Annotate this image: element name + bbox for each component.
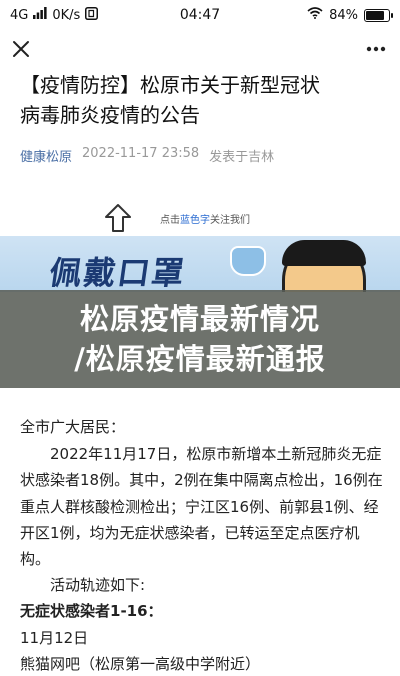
account-name-link[interactable]: 健康松原 (20, 146, 72, 165)
up-arrow-icon (104, 203, 132, 233)
status-bar: 4G 0K/s 04:47 84% (0, 0, 400, 30)
close-icon[interactable] (8, 36, 34, 62)
hint-suffix: 关注我们 (210, 215, 250, 226)
signal-icon (33, 7, 47, 23)
clock: 04:47 (179, 7, 221, 23)
more-icon[interactable] (362, 36, 390, 62)
article-title: 【疫情防控】松原市关于新型冠状 病毒肺炎疫情的公告 (20, 70, 380, 130)
publish-location: 发表于吉林 (209, 150, 275, 165)
mask-icon (230, 246, 266, 276)
network-label: 4G (10, 7, 29, 23)
status-left: 4G 0K/s (10, 6, 99, 24)
hint-highlight: 蓝色字 (180, 215, 210, 226)
overlay-line2: /松原疫情最新通报 (74, 342, 326, 376)
title-overlay: 松原疫情最新情况 /松原疫情最新通报 (0, 290, 400, 388)
overlay-line1: 松原疫情最新情况 (79, 302, 320, 336)
wifi-icon (307, 7, 323, 23)
article-meta: 健康松原 2022-11-17 23:58 发表于吉林 (20, 146, 390, 165)
article-body: 全市广大居民： 2022年11月17日，松原市新增本土新冠肺炎无症状感染者18例… (20, 414, 384, 676)
nfc-icon (85, 6, 99, 24)
network-speed: 0K/s (52, 7, 81, 23)
announcement-paragraph: 2022年11月17日，松原市新增本土新冠肺炎无症状感染者18例。其中，2例在集… (20, 445, 383, 569)
banner-headline: 佩戴口罩 (47, 254, 189, 292)
banner-image: 佩戴口罩 (0, 236, 400, 292)
cartoon-hair (282, 240, 366, 266)
article-title-line2: 病毒肺炎疫情的公告 (20, 103, 200, 127)
track-date: 11月12日 (20, 628, 89, 647)
battery-percent: 84% (329, 7, 358, 23)
status-right: 84% (307, 7, 393, 23)
cartoon-face-image (282, 240, 366, 292)
battery-level (366, 10, 384, 20)
nav-bar (0, 30, 400, 70)
follow-hint: 点击蓝色字关注我们 (160, 211, 250, 226)
case-heading: 无症状感染者1-16： (20, 602, 163, 621)
article-title-line1: 【疫情防控】松原市关于新型冠状 (20, 73, 320, 97)
track-location: 熊猫网吧（松原第一高级中学附近） (20, 654, 261, 673)
greeting: 全市广大居民： (20, 418, 126, 436)
track-heading: 活动轨迹如下: (50, 576, 146, 595)
hint-prefix: 点击 (160, 215, 180, 226)
battery-icon (364, 8, 393, 22)
publish-datetime: 2022-11-17 23:58 (82, 146, 200, 161)
